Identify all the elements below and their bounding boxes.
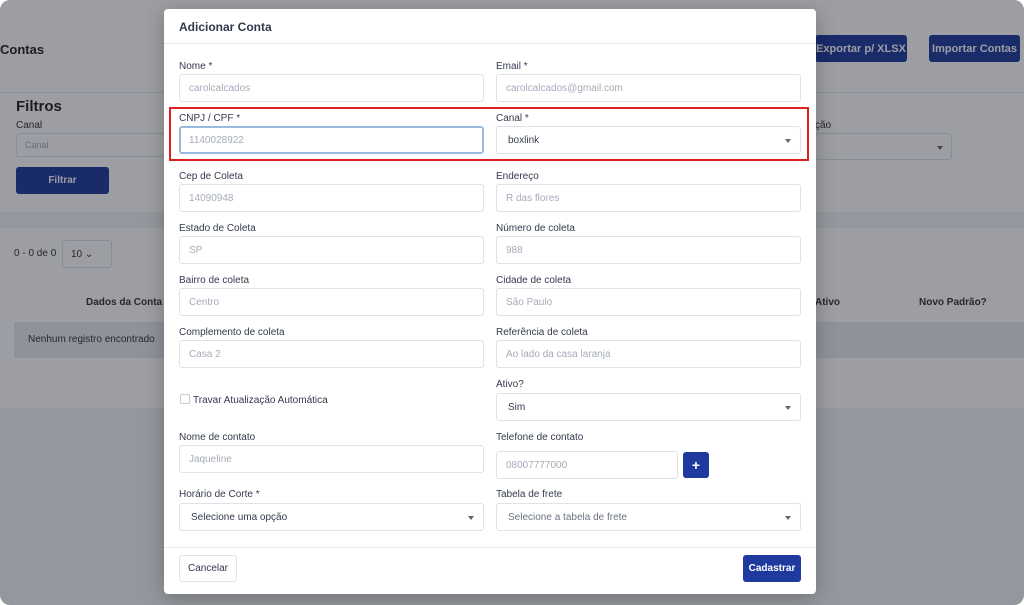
add-phone-button[interactable]: +: [683, 452, 709, 478]
nome-label: Nome *: [179, 61, 213, 72]
complemento-input[interactable]: Casa 2: [179, 340, 484, 368]
cep-input[interactable]: 14090948: [179, 184, 484, 212]
divider: [164, 43, 816, 44]
cidade-input[interactable]: São Paulo: [496, 288, 801, 316]
ativo-select-value: Sim: [508, 402, 526, 413]
telefone-input[interactable]: 08007777000: [496, 451, 678, 479]
ativo-label: Ativo?: [496, 379, 524, 390]
canal-select-value: boxlink: [508, 135, 540, 146]
canal-label: Canal *: [496, 113, 529, 124]
travar-label[interactable]: Travar Atualização Automática: [193, 395, 328, 406]
horario-select-value: Selecione uma opção: [191, 512, 288, 523]
add-account-modal: Adicionar Conta Nome * carolcalcados Ema…: [164, 9, 816, 594]
chevron-down-icon: [785, 139, 791, 143]
divider: [164, 547, 816, 548]
tabela-select-value: Selecione a tabela de frete: [508, 512, 627, 523]
canal-select[interactable]: boxlink: [496, 126, 801, 154]
tabela-select[interactable]: Selecione a tabela de frete: [496, 503, 801, 531]
bairro-label: Bairro de coleta: [179, 275, 250, 286]
tabela-label: Tabela de frete: [496, 489, 563, 500]
referencia-label: Referência de coleta: [496, 327, 588, 338]
cancel-button[interactable]: Cancelar: [179, 555, 237, 582]
telefone-label: Telefone de contato: [496, 432, 584, 443]
nome-input[interactable]: carolcalcados: [179, 74, 484, 102]
referencia-input[interactable]: Ao lado da casa laranja: [496, 340, 801, 368]
chevron-down-icon: [468, 516, 474, 520]
cnpj-cpf-input[interactable]: 1140028922: [179, 126, 484, 154]
email-label: Email *: [496, 61, 528, 72]
contato-label: Nome de contato: [179, 432, 256, 443]
estado-input[interactable]: SP: [179, 236, 484, 264]
cep-label: Cep de Coleta: [179, 171, 243, 182]
plus-icon: +: [691, 457, 701, 473]
travar-checkbox[interactable]: [180, 394, 190, 404]
contato-input[interactable]: Jaqueline: [179, 445, 484, 473]
bairro-input[interactable]: Centro: [179, 288, 484, 316]
submit-button[interactable]: Cadastrar: [743, 555, 801, 582]
endereco-label: Endereço: [496, 171, 539, 182]
estado-label: Estado de Coleta: [179, 223, 256, 234]
horario-select[interactable]: Selecione uma opção: [179, 503, 484, 531]
complemento-label: Complemento de coleta: [179, 327, 285, 338]
cnpj-cpf-label: CNPJ / CPF *: [179, 113, 241, 124]
chevron-down-icon: [785, 516, 791, 520]
numero-input[interactable]: 988: [496, 236, 801, 264]
horario-label: Horário de Corte *: [179, 489, 260, 500]
ativo-select[interactable]: Sim: [496, 393, 801, 421]
endereco-input[interactable]: R das flores: [496, 184, 801, 212]
chevron-down-icon: [785, 406, 791, 410]
modal-title: Adicionar Conta: [179, 20, 272, 34]
numero-label: Número de coleta: [496, 223, 575, 234]
email-input[interactable]: carolcalcados@gmail.com: [496, 74, 801, 102]
cidade-label: Cidade de coleta: [496, 275, 572, 286]
